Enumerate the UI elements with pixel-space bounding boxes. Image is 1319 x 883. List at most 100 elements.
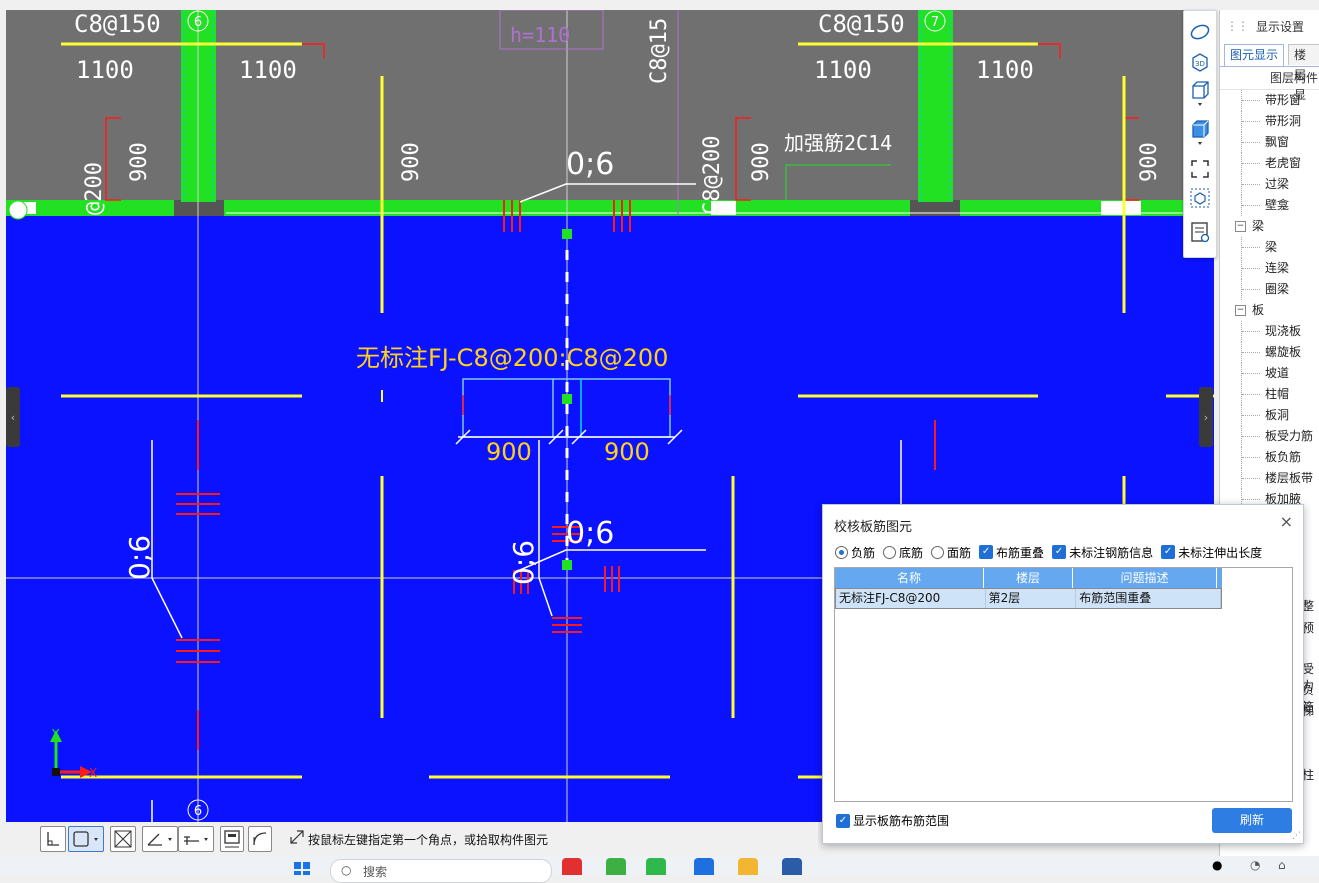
radio-indicator[interactable] — [835, 545, 848, 559]
radio-top-rebar[interactable]: 面筋 — [931, 544, 971, 561]
cube-icon[interactable] — [1189, 79, 1211, 106]
dimension-value: 900 — [486, 438, 532, 466]
grip-point[interactable] — [562, 229, 572, 239]
view-toolbar: 3D — [1183, 10, 1217, 258]
tree-item[interactable]: 壁龛 — [1220, 195, 1319, 216]
negative-rebar-annotation[interactable]: 无标注FJ-C8@200:C8@200 — [356, 344, 668, 372]
app-icon[interactable] — [606, 858, 626, 875]
tree-item[interactable]: 板洞 — [1220, 405, 1319, 426]
left-panel-toggle[interactable]: ‹ — [6, 387, 20, 447]
3d-icon[interactable]: 3D — [1189, 51, 1211, 73]
checkbox[interactable]: ✓ — [836, 813, 850, 828]
dimension-label: 1100 — [814, 56, 872, 84]
tray-icon[interactable]: ● — [1212, 858, 1222, 872]
tree-item[interactable]: 梁 — [1220, 237, 1319, 258]
wechat-icon[interactable] — [646, 858, 666, 875]
check-missing-info[interactable]: ✓ 未标注钢筋信息 — [1052, 544, 1153, 561]
status-prompt: 按鼠标左键指定第一个角点，或拾取构件图元 — [308, 833, 549, 847]
tray-icon[interactable]: ◔ — [1250, 858, 1260, 872]
angle-icon[interactable] — [142, 826, 178, 852]
check-missing-length[interactable]: ✓ 未标注伸出长度 — [1161, 544, 1262, 561]
radio-bottom-rebar[interactable]: 底筋 — [883, 544, 923, 561]
coverage-leader — [538, 577, 553, 617]
layer-tree: 带形窗 带形洞 飘窗 老虎窗 过梁 壁龛 − 梁 梁 连梁 圈梁 − 板 现浇板 螺… — [1220, 90, 1319, 510]
radio-indicator[interactable] — [883, 545, 897, 559]
checkbox[interactable]: ✓ — [1161, 545, 1176, 559]
properties-icon[interactable] — [1189, 221, 1211, 243]
tree-group[interactable]: − 梁 — [1220, 216, 1319, 237]
tree-item[interactable]: 板受力筋 — [1220, 426, 1319, 447]
tree-item[interactable]: 楼层板带 — [1220, 468, 1319, 489]
filter-options: 负筋 底筋 面筋 ✓ 布筋重叠 ✓ 未标注钢筋信息 ✓ 未标注伸出长度 — [835, 543, 1270, 561]
tree-item[interactable]: 柱帽 — [1220, 384, 1319, 405]
check-slab-rebar-dialog: 校核板筋图元 × 负筋 底筋 面筋 ✓ 布筋重叠 ✓ 未标注钢筋信息 ✓ 未标注伸出长… — [822, 504, 1304, 844]
refresh-button[interactable]: 刷新 — [1212, 808, 1292, 833]
checkbox[interactable]: ✓ — [1052, 545, 1067, 559]
show-range-option[interactable]: ✓ 显示板筋布筋范围 — [836, 812, 949, 829]
offset-icon[interactable] — [178, 826, 214, 852]
svg-text:3D: 3D — [1195, 60, 1205, 68]
dimension-label: 1100 — [76, 56, 134, 84]
tree-item[interactable]: 过梁 — [1220, 174, 1319, 195]
dimension-value: 900 — [604, 438, 650, 466]
app-icon[interactable] — [694, 858, 714, 875]
dimension-vertical: 900 — [127, 142, 152, 182]
tree-group[interactable]: − 板 — [1220, 300, 1319, 321]
radio-negative-rebar[interactable]: 负筋 — [835, 544, 875, 561]
orthogonal-icon[interactable] — [40, 826, 66, 852]
coverage-label: 0;6 — [566, 147, 614, 182]
close-icon[interactable]: × — [1280, 512, 1293, 531]
tree-item[interactable]: 带形洞 — [1220, 111, 1319, 132]
tree-item[interactable]: 老虎窗 — [1220, 153, 1319, 174]
solid-cube-icon[interactable] — [1189, 118, 1211, 145]
cell-name: 无标注FJ-C8@200 — [836, 589, 986, 608]
tree-item[interactable]: 现浇板 — [1220, 321, 1319, 342]
tree-item[interactable]: 飘窗 — [1220, 132, 1319, 153]
tree-item[interactable]: 板负筋 — [1220, 447, 1319, 468]
collapse-icon[interactable]: − — [1235, 221, 1246, 232]
column-floor[interactable]: 楼层 — [984, 568, 1073, 588]
app-icon[interactable] — [562, 858, 582, 875]
column-description[interactable]: 问题描述 — [1073, 568, 1217, 588]
rebar-label: C8@150 — [818, 10, 905, 38]
taskbar-search[interactable]: ○ 搜索 — [330, 859, 552, 883]
grip-point[interactable] — [562, 560, 572, 570]
collapse-icon[interactable]: − — [1235, 305, 1246, 316]
column-cap — [174, 200, 224, 216]
tree-item[interactable]: 带形窗 — [1220, 90, 1319, 111]
radio-indicator[interactable] — [931, 545, 945, 559]
grip-point[interactable] — [562, 394, 572, 404]
resize-grip-icon[interactable]: ⋰ — [1292, 831, 1301, 841]
table-header: 名称 楼层 问题描述 — [835, 568, 1222, 588]
panel-header: ⋮⋮ 显示设置 — [1220, 10, 1319, 42]
check-overlap[interactable]: ✓ 布筋重叠 — [979, 544, 1044, 561]
cross-icon[interactable] — [110, 826, 136, 852]
box-select-icon[interactable] — [1189, 187, 1211, 209]
folder-icon[interactable] — [738, 858, 758, 875]
coverage-leader — [151, 577, 183, 639]
coverage-label: 0;6 — [507, 540, 540, 585]
fullscreen-icon[interactable] — [1189, 158, 1211, 180]
reinforcement-label: 加强筋2C14 — [784, 131, 892, 155]
tree-item[interactable]: 螺旋板 — [1220, 342, 1319, 363]
column-name[interactable]: 名称 — [835, 568, 984, 588]
right-panel-toggle[interactable]: › — [1199, 387, 1213, 447]
table-row[interactable]: 无标注FJ-C8@200 第2层 布筋范围重叠 — [835, 588, 1222, 609]
windows-start-icon[interactable] — [292, 858, 312, 875]
tree-item[interactable]: 坡道 — [1220, 363, 1319, 384]
checkbox[interactable]: ✓ — [979, 545, 994, 559]
tree-item[interactable]: 圈梁 — [1220, 279, 1319, 300]
rect-draw-icon[interactable] — [68, 826, 104, 852]
dimension-vertical: 900 — [749, 142, 774, 182]
slab-thickness-label: h=110 — [510, 23, 570, 47]
tab-floor-display[interactable]: 楼层显 — [1288, 44, 1319, 102]
orbit-icon[interactable] — [1189, 21, 1211, 43]
tree-item[interactable]: 连梁 — [1220, 258, 1319, 279]
resize-arrow-icon — [288, 828, 306, 849]
layer-icon[interactable] — [220, 826, 244, 852]
tab-element-display[interactable]: 图元显示 — [1224, 44, 1285, 66]
arc-icon[interactable] — [248, 826, 272, 852]
app-icon[interactable] — [782, 858, 802, 875]
drag-grip-icon[interactable]: ⋮⋮ — [1226, 19, 1249, 33]
tray-icon[interactable]: ⌂ — [1278, 858, 1286, 872]
